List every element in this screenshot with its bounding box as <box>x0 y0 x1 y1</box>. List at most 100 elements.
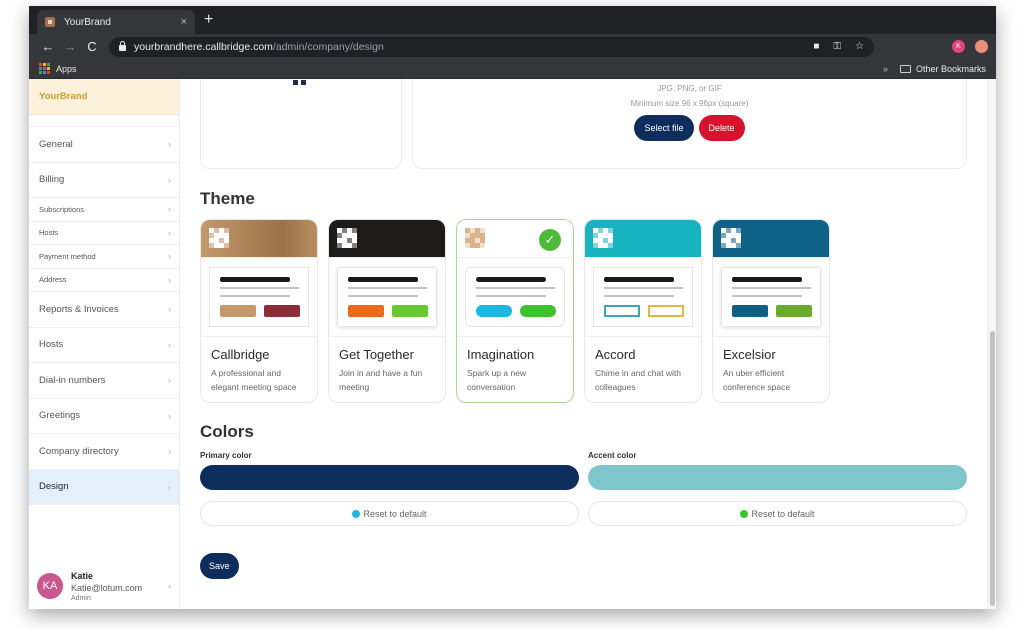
camera-icon[interactable]: ■ <box>813 41 819 52</box>
theme-header <box>329 220 445 258</box>
theme-header <box>201 220 317 258</box>
sidebar-nav: General › Billing › Subscriptions › Hosts › Paym… <box>29 115 179 505</box>
logo-upload-panel: JPG, PNG, or GIF Minimum size 96 x 96px … <box>412 79 967 169</box>
sidebar-item-billing[interactable]: Billing › <box>29 163 179 198</box>
sidebar-item-dial-in-numbers[interactable]: Dial-in numbers › <box>29 363 179 399</box>
apps-bookmark[interactable]: Apps <box>56 64 77 74</box>
sidebar-item-label: Design <box>39 481 69 493</box>
other-bookmarks[interactable]: Other Bookmarks <box>916 64 986 74</box>
forward-arrow-icon[interactable]: → <box>59 39 81 54</box>
star-icon[interactable]: ☆ <box>855 41 864 52</box>
profile-avatar[interactable]: K <box>952 40 965 53</box>
reset-primary-button[interactable]: Reset to default <box>200 501 579 526</box>
sidebar-item-address[interactable]: Address › <box>29 269 179 292</box>
upload-formats: JPG, PNG, or GIF <box>657 84 722 93</box>
folder-icon <box>899 64 911 73</box>
chevron-right-icon: › <box>168 304 171 315</box>
browser-tab[interactable]: YourBrand × <box>37 10 195 34</box>
chevron-right-icon: › <box>168 174 171 185</box>
extension-icon[interactable] <box>975 40 988 53</box>
primary-color-picker[interactable] <box>200 465 579 490</box>
scrollbar[interactable] <box>987 79 996 609</box>
theme-options: Callbridge A professional and elegant mee… <box>200 219 830 403</box>
design-page: JPG, PNG, or GIF Minimum size 96 x 96px … <box>180 79 996 609</box>
sidebar-item-label: Hosts <box>39 339 64 351</box>
key-icon[interactable]: ⚿ <box>833 41 841 52</box>
chevron-right-icon: › <box>168 339 171 350</box>
theme-card-callbridge[interactable]: Callbridge A professional and elegant mee… <box>200 219 318 403</box>
preview-button <box>348 305 384 317</box>
preview-button <box>648 305 684 317</box>
new-tab-button[interactable]: + <box>204 11 213 29</box>
theme-card-excelsior[interactable]: Excelsior An uber efficient conference sp… <box>712 219 830 403</box>
logo-icon <box>293 80 307 85</box>
theme-description: Join in and have a fun meeting <box>339 368 423 392</box>
sidebar-item-payment-method[interactable]: Payment method › <box>29 245 179 269</box>
browser-window: YourBrand × + ← → C yourbrandhere.callbr… <box>29 6 996 609</box>
theme-description: An uber efficient conference space <box>723 368 791 392</box>
sidebar-item-reports-invoices[interactable]: Reports & Invoices › <box>29 292 179 328</box>
theme-preview <box>585 258 701 337</box>
close-tab-icon[interactable]: × <box>181 16 187 28</box>
back-arrow-icon[interactable]: ← <box>37 39 59 54</box>
preview-button <box>732 305 768 317</box>
sidebar-item-hosts[interactable]: Hosts › <box>29 328 179 363</box>
chevron-right-icon: › <box>168 410 171 421</box>
preview-button <box>776 305 812 317</box>
theme-card-accord[interactable]: Accord Chime in and chat with colleagues <box>584 219 702 403</box>
theme-preview <box>713 258 829 337</box>
scrollbar-thumb[interactable] <box>990 331 995 606</box>
primary-color-group: Primary color Reset to default <box>200 451 579 526</box>
preview-button <box>520 305 556 317</box>
theme-logo-icon <box>721 228 741 248</box>
save-button[interactable]: Save <box>200 553 239 579</box>
app-body: YourBrand General › Billing › Subscriptions ›… <box>29 79 996 609</box>
theme-name: Get Together <box>339 347 414 362</box>
reload-icon[interactable]: C <box>81 39 103 54</box>
more-bookmarks-chevron-icon[interactable]: » <box>883 64 888 74</box>
sidebar-item-company-directory[interactable]: Company directory › <box>29 434 179 470</box>
theme-card-get-together[interactable]: Get Together Join in and have a fun meeti… <box>328 219 446 403</box>
preview-button <box>476 305 512 317</box>
sidebar-item-greetings[interactable]: Greetings › <box>29 399 179 434</box>
select-file-button[interactable]: Select file <box>634 115 694 141</box>
theme-description: Spark up a new conversation <box>467 368 527 392</box>
chevron-right-icon: › <box>168 227 171 238</box>
chevron-right-icon: › <box>168 446 171 457</box>
browser-toolbar: ← → C yourbrandhere.callbridge.com /admi… <box>29 34 996 59</box>
sidebar-item-subscriptions[interactable]: Subscriptions › <box>29 198 179 222</box>
user-profile[interactable]: KA Katie Katie@lotum.com Admin › <box>29 563 179 609</box>
lock-icon <box>119 40 126 51</box>
preview-button <box>264 305 300 317</box>
url-path: /admin/company/design <box>272 40 384 53</box>
url-host: yourbrandhere.callbridge.com <box>134 40 273 53</box>
tab-bar: YourBrand × + <box>29 6 996 34</box>
sidebar-item-label: Payment method <box>39 251 96 261</box>
sidebar-item-label: Reports & Invoices <box>39 303 119 315</box>
theme-heading: Theme <box>200 189 255 208</box>
preview-button <box>392 305 428 317</box>
apps-grid-icon <box>39 63 50 74</box>
chevron-right-icon: › <box>168 581 171 591</box>
sidebar-item-general[interactable]: General › <box>29 127 179 163</box>
delete-logo-button[interactable]: Delete <box>698 115 745 141</box>
sidebar-item-hosts[interactable]: Hosts › <box>29 222 179 245</box>
sidebar-item-label: Dial-in numbers <box>39 374 106 386</box>
preview-button <box>604 305 640 317</box>
colors-heading: Colors <box>200 422 254 441</box>
theme-preview <box>457 258 573 337</box>
sidebar-item-label: Greetings <box>39 410 81 422</box>
theme-card-imagination[interactable]: ✓ Imagination Spark up a new conversation <box>456 219 574 403</box>
selected-check-icon: ✓ <box>539 229 561 251</box>
theme-name: Excelsior <box>723 347 776 362</box>
chevron-right-icon: › <box>168 139 171 150</box>
reset-primary-label: Reset to default <box>363 508 427 519</box>
sidebar: YourBrand General › Billing › Subscriptions ›… <box>29 79 180 609</box>
theme-logo-icon <box>593 228 613 248</box>
reset-accent-button[interactable]: Reset to default <box>588 501 967 526</box>
address-bar[interactable]: yourbrandhere.callbridge.com /admin/comp… <box>109 36 874 57</box>
sidebar-item-label: Company directory <box>39 445 119 457</box>
accent-color-picker[interactable] <box>588 465 967 490</box>
accent-color-group: Accent color Reset to default <box>588 451 967 526</box>
sidebar-item-design[interactable]: Design › <box>29 469 179 505</box>
